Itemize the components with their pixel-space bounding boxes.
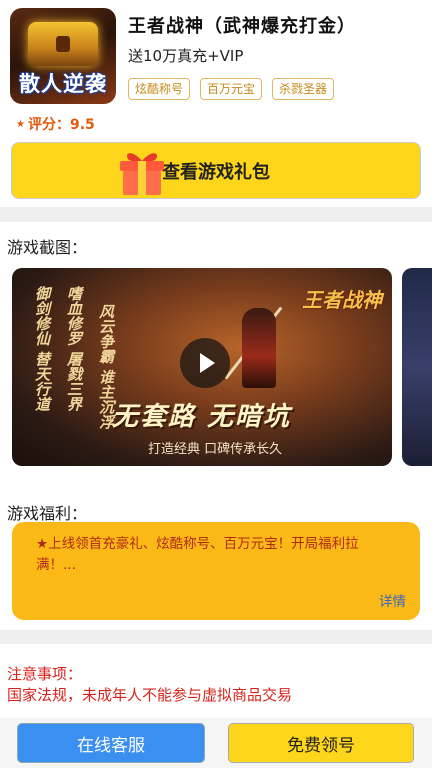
free-account-button[interactable]: 免费领号 xyxy=(228,723,414,763)
game-header-card: 散人逆袭 王者战神（武神爆充打金） 送10万真充+VIP 炫酷称号 百万元宝 杀… xyxy=(0,0,432,207)
welfare-text: ★上线领首充豪礼、炫酷称号、百万元宝！开局福利拉满！... xyxy=(36,536,359,573)
game-title: 王者战神（武神爆充打金） xyxy=(128,16,356,37)
game-logo-text: 王者战神 xyxy=(302,288,382,312)
warrior-graphic xyxy=(242,308,276,388)
game-subtitle: 送10万真充+VIP xyxy=(128,47,244,65)
app-icon-text: 散人逆袭 xyxy=(19,72,107,96)
slogan-sub: 打造经典 口碑传承长久 xyxy=(148,442,283,457)
notes-section: 注意事项： 国家法规，未成年人不能参与虚拟商品交易 xyxy=(0,644,432,718)
poem-column-1: 御剑修仙 替天行道 xyxy=(33,286,51,412)
star-icon: ★ xyxy=(16,118,25,130)
poem-column-2: 嗜血修罗 屠戮三界 xyxy=(65,286,83,412)
details-link[interactable]: 详情 xyxy=(379,590,406,610)
welfare-section: 游戏福利： ★上线领首充豪礼、炫酷称号、百万元宝！开局福利拉满！... 详情 xyxy=(0,492,432,630)
game-app-icon: 散人逆袭 xyxy=(10,8,116,104)
gift-button-label: 查看游戏礼包 xyxy=(162,161,270,183)
play-icon[interactable] xyxy=(180,338,230,388)
online-service-button[interactable]: 在线客服 xyxy=(17,723,205,763)
game-tags: 炫酷称号 百万元宝 杀戮圣器 xyxy=(128,78,335,100)
notes-text: 国家法规，未成年人不能参与虚拟商品交易 xyxy=(7,686,293,704)
screenshots-section: 游戏截图： 御剑修仙 替天行道 嗜血修罗 屠戮三界 风云争霸 谁主沉浮 王者战神… xyxy=(0,222,432,492)
tag-title: 炫酷称号 xyxy=(128,78,191,100)
slogan: 无套路 无暗坑 xyxy=(112,402,292,432)
notes-title: 注意事项： xyxy=(7,665,83,683)
rating: ★ 评分：9.5 xyxy=(16,114,95,134)
view-gift-pack-button[interactable]: 查看游戏礼包 xyxy=(11,142,421,199)
tag-weapon: 杀戮圣器 xyxy=(272,78,335,100)
rating-label: 评分：9.5 xyxy=(27,117,95,133)
welfare-title: 游戏福利： xyxy=(7,504,88,523)
treasure-chest-icon xyxy=(28,22,98,66)
screenshot-thumbnail-next[interactable] xyxy=(402,268,432,466)
tag-ingot: 百万元宝 xyxy=(200,78,263,100)
welfare-box: ★上线领首充豪礼、炫酷称号、百万元宝！开局福利拉满！... 详情 xyxy=(12,522,420,620)
gift-icon xyxy=(120,153,164,195)
bottom-action-bar: 在线客服 免费领号 xyxy=(0,718,432,768)
screenshot-video[interactable]: 御剑修仙 替天行道 嗜血修罗 屠戮三界 风云争霸 谁主沉浮 王者战神 无套路 无… xyxy=(12,268,392,466)
screenshots-title: 游戏截图： xyxy=(7,238,88,257)
